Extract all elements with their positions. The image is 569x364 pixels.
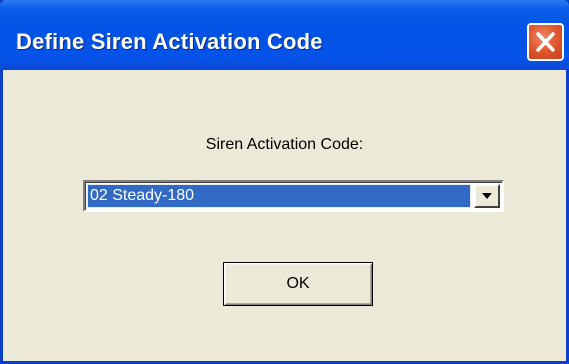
siren-code-label: Siren Activation Code: [205, 136, 364, 153]
dialog-body: Siren Activation Code: 02 Steady-180 OK [3, 70, 566, 361]
close-button[interactable] [527, 23, 564, 61]
siren-code-selected-value[interactable]: 02 Steady-180 [87, 184, 471, 208]
close-icon [536, 32, 555, 52]
ok-button[interactable]: OK [223, 262, 373, 306]
dialog-window: Define Siren Activation Code Siren Activ… [0, 0, 569, 364]
chevron-down-icon [482, 193, 492, 199]
window-title: Define Siren Activation Code [16, 29, 323, 54]
title-bar[interactable]: Define Siren Activation Code [0, 0, 569, 70]
siren-code-combobox[interactable]: 02 Steady-180 [83, 180, 504, 212]
dropdown-button[interactable] [474, 184, 500, 208]
